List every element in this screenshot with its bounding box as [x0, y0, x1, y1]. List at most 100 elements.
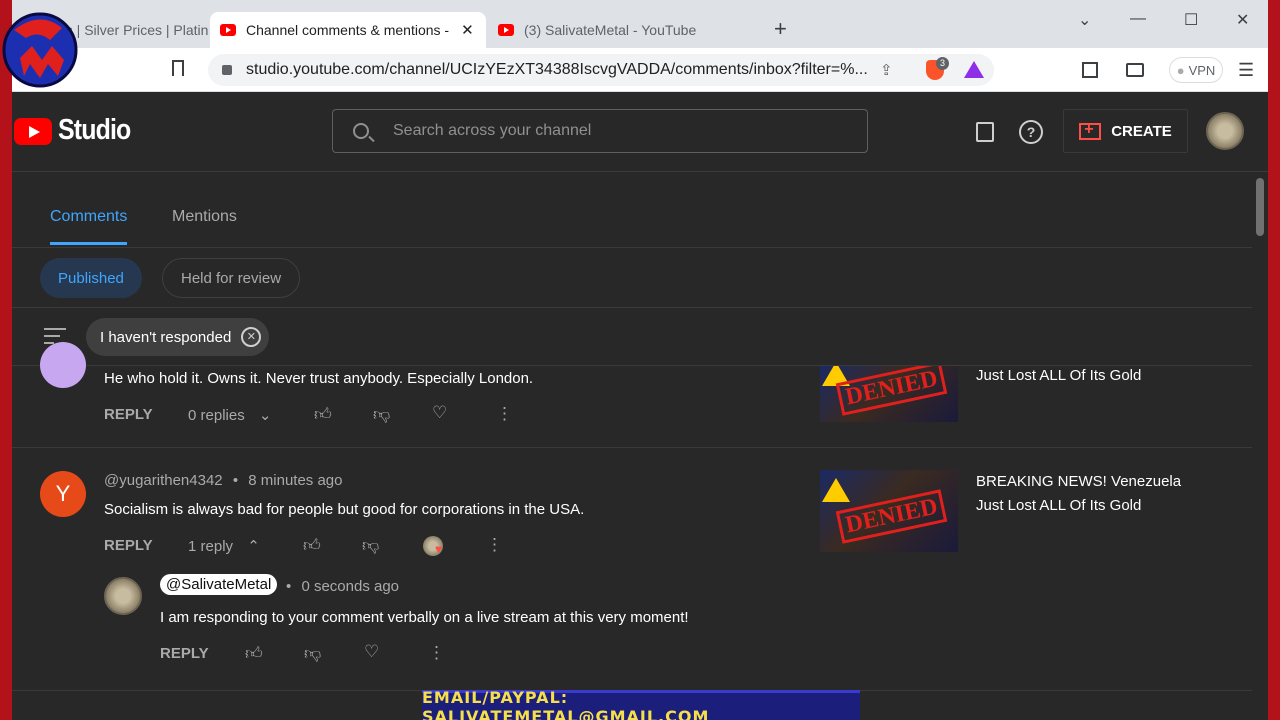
comments-tabs: Comments Mentions — [12, 172, 1252, 248]
vpn-dot-icon: ● — [1176, 62, 1185, 78]
replies-count: 1 reply — [188, 538, 234, 555]
remove-filter-icon[interactable]: ✕ — [241, 327, 262, 347]
maximize-icon[interactable]: ☐ — [1184, 10, 1198, 30]
create-label: CREATE — [1111, 122, 1172, 140]
replies-count: 0 replies — [188, 407, 245, 424]
brave-rewards-icon[interactable] — [964, 61, 984, 78]
close-tab-icon[interactable]: ✕ — [461, 21, 474, 39]
tab-mentions[interactable]: Mentions — [172, 208, 237, 226]
filter-bar: I haven't responded ✕ — [12, 308, 1252, 366]
denied-stamp: DENIED — [835, 366, 948, 416]
warning-icon — [822, 478, 850, 502]
replies-toggle[interactable]: 0 replies ⌄ — [188, 406, 271, 424]
sidebar-toggle-icon[interactable] — [1082, 62, 1098, 78]
heart-icon[interactable]: ♡ — [364, 642, 379, 662]
video-title-line: BREAKING NEWS! Venezuela — [976, 473, 1182, 490]
account-avatar[interactable] — [1206, 112, 1244, 150]
channel-search-box[interactable] — [332, 109, 868, 153]
comment-text: Socialism is always bad for people but g… — [104, 501, 585, 518]
video-camera-plus-icon — [1079, 121, 1102, 140]
more-options-icon[interactable]: ⋮ — [428, 643, 445, 663]
video-thumbnail[interactable]: DENIED — [820, 470, 958, 552]
minimize-icon[interactable]: — — [1130, 10, 1146, 28]
reply-button[interactable]: REPLY — [104, 406, 153, 423]
bookmark-icon[interactable] — [172, 60, 184, 76]
video-thumbnail[interactable]: DENIED — [820, 366, 958, 422]
meta-separator: • — [286, 578, 292, 595]
like-icon[interactable]: 👍︎ — [303, 535, 321, 556]
share-icon[interactable]: ⇪ — [880, 61, 893, 79]
shields-count-badge: 3 — [936, 57, 949, 70]
search-icon[interactable] — [353, 123, 369, 139]
denied-stamp: DENIED — [835, 489, 948, 544]
screen-frame: es | Silver Prices | Platin Channel comm… — [12, 0, 1268, 720]
chevron-up-icon: ⌃ — [247, 538, 260, 555]
help-icon[interactable]: ? — [1019, 120, 1043, 144]
video-title[interactable]: Just Lost ALL Of Its Gold — [976, 364, 1206, 388]
wallet-icon[interactable] — [1126, 63, 1144, 77]
avatar[interactable] — [40, 342, 86, 388]
more-options-icon[interactable]: ⋮ — [486, 535, 503, 555]
email-paypal-banner: EMAIL/PAYPAL: SALIVATEMETAL@GMAIL.COM — [422, 688, 860, 720]
tab-label: (3) SalivateMetal - YouTube — [524, 22, 697, 38]
filter-chip-label: I haven't responded — [100, 328, 232, 346]
reply-avatar[interactable] — [104, 577, 142, 615]
creator-heart-icon[interactable] — [423, 536, 443, 556]
studio-logo-text[interactable]: Studio — [58, 114, 131, 147]
vpn-button[interactable]: ● VPN — [1169, 57, 1223, 83]
vpn-label: VPN — [1188, 62, 1216, 78]
reply-button[interactable]: REPLY — [104, 537, 153, 554]
more-options-icon[interactable]: ⋮ — [496, 404, 513, 424]
filter-chip-not-responded[interactable]: I haven't responded ✕ — [86, 318, 270, 356]
dislike-icon[interactable]: 👎︎ — [373, 404, 390, 425]
close-window-icon[interactable]: ✕ — [1236, 10, 1249, 30]
address-bar[interactable]: studio.youtube.com/channel/UCIzYEzXT3438… — [208, 54, 994, 86]
dislike-icon[interactable]: 👎︎ — [304, 643, 321, 664]
browser-tab-comments[interactable]: Channel comments & mentions - ✕ — [210, 12, 486, 48]
chevron-down-icon: ⌄ — [258, 407, 272, 424]
reply-text: I am responding to your comment verbally… — [160, 609, 689, 626]
youtube-favicon-icon — [220, 24, 236, 36]
like-icon[interactable]: 👍︎ — [245, 643, 263, 664]
page-scrollbar[interactable] — [1256, 178, 1264, 236]
create-button[interactable]: CREATE — [1063, 109, 1188, 153]
studio-header: Studio ? CREATE — [12, 92, 1268, 172]
video-title[interactable]: BREAKING NEWS! Venezuela Just Lost ALL O… — [976, 470, 1206, 518]
comment-time[interactable]: 8 minutes ago — [248, 472, 342, 489]
tab-search-chevron-icon[interactable]: ⌄ — [1078, 10, 1091, 30]
new-tab-icon[interactable]: + — [774, 16, 787, 42]
search-input[interactable] — [393, 122, 833, 140]
chip-published[interactable]: Published — [40, 258, 142, 298]
like-icon[interactable]: 👍︎ — [314, 404, 332, 425]
owner-author-badge[interactable]: @SalivateMetal — [160, 574, 278, 595]
feedback-icon[interactable] — [976, 122, 994, 142]
dislike-icon[interactable]: 👎︎ — [362, 535, 379, 556]
comment-author[interactable]: @yugarithen4342 — [104, 472, 223, 489]
comment-row: He who hold it. Owns it. Never trust any… — [12, 342, 1252, 448]
active-tab-indicator — [50, 242, 127, 245]
comment-row: Y @yugarithen4342 • 8 minutes ago Social… — [12, 449, 1252, 691]
avatar[interactable]: Y — [40, 471, 86, 517]
browser-tab-salivatemetal[interactable]: (3) SalivateMetal - YouTube — [488, 12, 758, 48]
browser-tabbar: es | Silver Prices | Platin Channel comm… — [12, 0, 1268, 48]
heart-icon[interactable]: ♡ — [432, 403, 447, 423]
replies-toggle[interactable]: 1 reply ⌃ — [188, 537, 260, 555]
youtube-logo-icon[interactable] — [14, 118, 52, 145]
tab-label: es | Silver Prices | Platin — [58, 22, 208, 38]
reply-time[interactable]: 0 seconds ago — [301, 578, 399, 595]
reply-meta: • 0 seconds ago — [286, 578, 399, 595]
comment-text: He who hold it. Owns it. Never trust any… — [104, 370, 534, 387]
browser-toolbar: studio.youtube.com/channel/UCIzYEzXT3438… — [12, 48, 1268, 92]
comment-meta: @yugarithen4342 • 8 minutes ago — [104, 472, 343, 489]
lock-icon[interactable] — [222, 65, 232, 75]
chip-held-for-review[interactable]: Held for review — [162, 258, 301, 298]
browser-menu-icon[interactable]: ☰ — [1238, 60, 1254, 81]
meta-separator: • — [232, 472, 239, 489]
tab-label: Channel comments & mentions - — [246, 22, 450, 38]
status-chips: Published Held for review — [12, 248, 1252, 308]
tab-comments[interactable]: Comments — [50, 208, 127, 226]
url-text: studio.youtube.com/channel/UCIzYEzXT3438… — [246, 61, 868, 78]
channel-watermark-logo — [2, 12, 78, 88]
video-title-line: Just Lost ALL Of Its Gold — [976, 497, 1142, 514]
reply-button[interactable]: REPLY — [160, 645, 209, 662]
